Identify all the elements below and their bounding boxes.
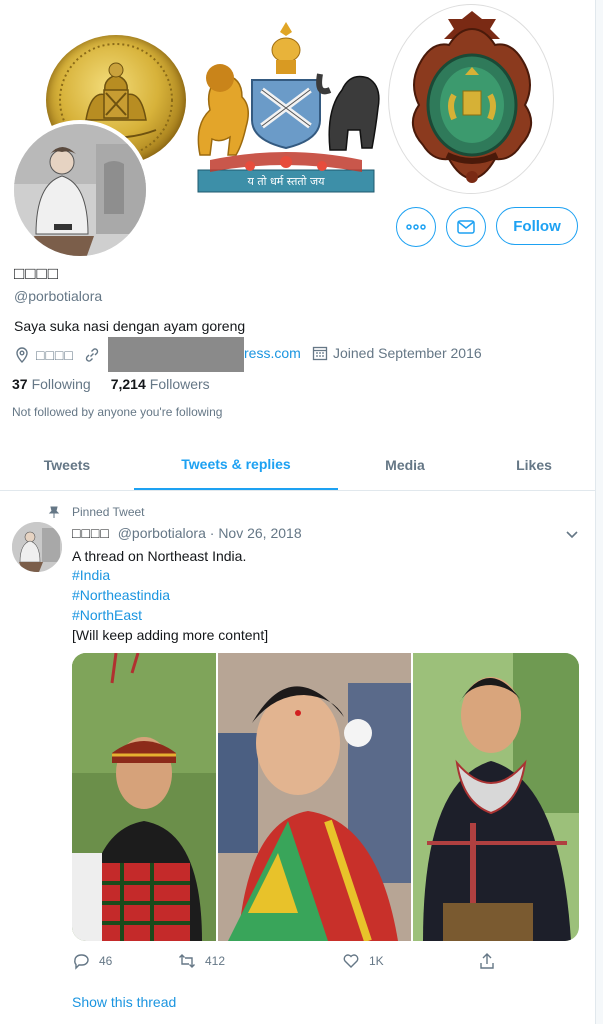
following-count: 37 xyxy=(12,376,28,392)
retweet-count: 412 xyxy=(205,954,226,968)
pin-icon xyxy=(48,506,60,518)
tweet-media-grid xyxy=(72,653,579,941)
tab-likes[interactable]: Likes xyxy=(472,440,596,490)
show-thread-link[interactable]: Show this thread xyxy=(72,994,176,1010)
tweet-author-name[interactable]: □□□□ xyxy=(72,525,110,541)
tweet-actions: 46 412 1K xyxy=(72,952,502,972)
hashtag-link[interactable]: #India xyxy=(72,567,110,583)
tweet-photo[interactable] xyxy=(72,653,216,941)
tweet-author-avatar[interactable] xyxy=(12,522,62,572)
calendar-icon xyxy=(312,346,328,361)
display-name: □□□□ xyxy=(14,264,60,283)
tab-tweets-replies[interactable]: Tweets & replies xyxy=(134,440,338,490)
not-followed-note: Not followed by anyone you're following xyxy=(12,405,223,419)
chevron-down-icon[interactable] xyxy=(565,527,579,541)
tab-tweets[interactable]: Tweets xyxy=(0,440,134,490)
reply-count: 46 xyxy=(99,954,113,968)
profile-meta: □□□□ xyxy=(14,345,106,365)
share-action[interactable] xyxy=(478,952,505,970)
more-options-button[interactable] xyxy=(396,207,436,247)
retweet-action[interactable]: 412 xyxy=(178,952,225,970)
followers-count: 7,214 xyxy=(110,376,146,392)
hashtag-link[interactable]: #NorthEast xyxy=(72,607,142,623)
more-icon xyxy=(406,224,426,230)
link-icon xyxy=(85,348,98,362)
profile-bio: Saya suka nasi dengan ayam goreng xyxy=(14,318,246,334)
share-icon xyxy=(480,953,494,969)
tweet-author-handle[interactable]: @porbotialora xyxy=(118,525,206,541)
state-crest-emblem: य तो धर्म स्ततो जय xyxy=(190,20,382,195)
joined-date: Joined September 2016 xyxy=(312,345,482,361)
profile-tabs: Tweets Tweets & replies Media Likes xyxy=(0,440,596,491)
profile-website-link[interactable]: ress.com xyxy=(244,345,301,361)
hashtag-link[interactable]: #Northeastindia xyxy=(72,587,170,603)
profile-handle: @porbotialora xyxy=(14,288,103,304)
followers-stat[interactable]: 7,214 Followers xyxy=(111,376,210,392)
joined-text: Joined September 2016 xyxy=(333,345,482,361)
pinned-indicator: Pinned Tweet xyxy=(48,505,145,519)
profile-avatar[interactable] xyxy=(10,120,150,260)
like-count: 1K xyxy=(369,954,384,968)
redacted-link-block xyxy=(108,337,244,372)
tweet-text-line: A thread on Northeast India. xyxy=(72,548,247,564)
profile-location: □□□□ xyxy=(36,347,74,363)
follow-stats: 37 Following 7,214 Followers xyxy=(12,376,230,392)
royal-seal-emblem xyxy=(388,4,554,194)
tweet-photo[interactable] xyxy=(413,653,579,941)
following-label: Following xyxy=(31,376,91,392)
crest-motto: य तो धर्म स्ततो जय xyxy=(247,175,325,188)
tweet-text-line: [Will keep adding more content] xyxy=(72,627,269,643)
tab-media[interactable]: Media xyxy=(338,440,472,490)
followers-label: Followers xyxy=(149,376,210,392)
follow-button[interactable]: Follow xyxy=(496,207,578,245)
scroll-gutter xyxy=(596,0,603,1024)
tweet-photo[interactable] xyxy=(218,653,411,941)
pinned-label: Pinned Tweet xyxy=(72,505,145,519)
reply-icon xyxy=(74,954,89,970)
tweet-header: □□□□ @porbotialora · Nov 26, 2018 xyxy=(72,525,302,541)
heart-icon xyxy=(343,954,359,968)
location-icon xyxy=(16,347,28,363)
message-button[interactable] xyxy=(446,207,486,247)
reply-action[interactable]: 46 xyxy=(72,952,112,970)
envelope-icon xyxy=(457,220,475,234)
following-stat[interactable]: 37 Following xyxy=(12,376,91,392)
retweet-icon xyxy=(179,954,195,968)
tweet-date[interactable]: · Nov 26, 2018 xyxy=(210,525,302,541)
like-action[interactable]: 1K xyxy=(342,952,384,970)
